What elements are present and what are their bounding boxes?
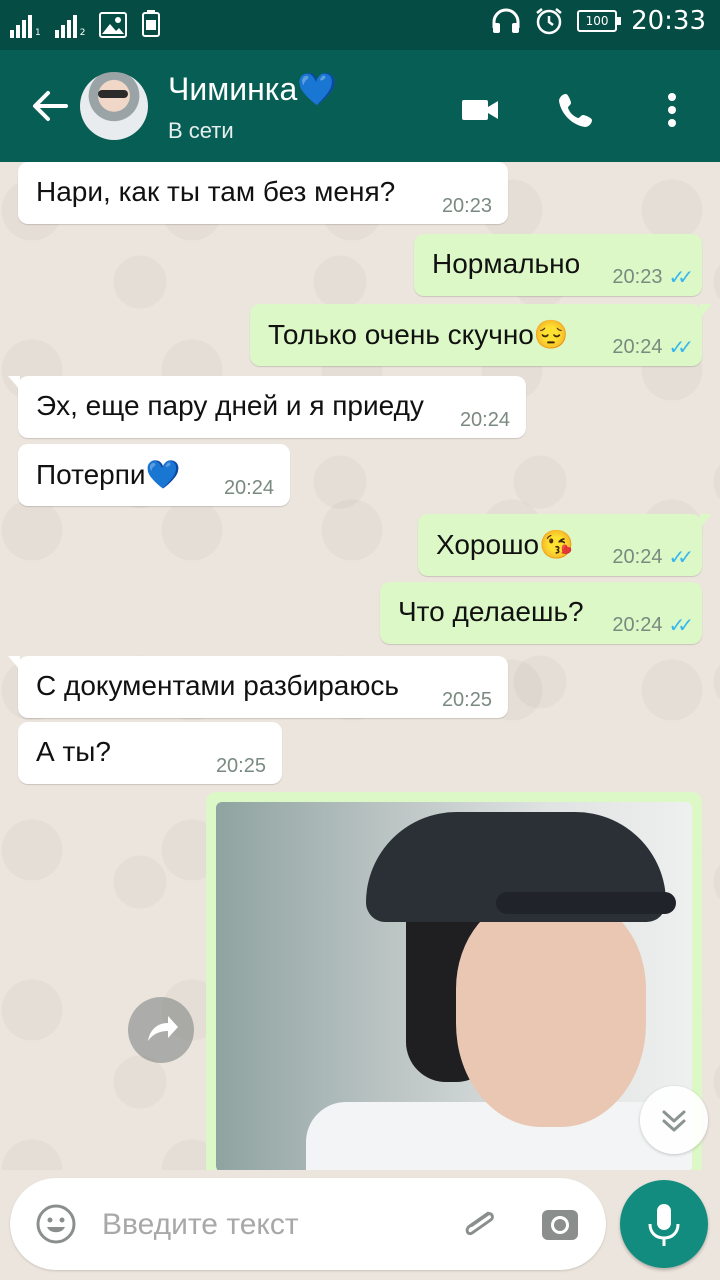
message-text: С документами разбираюсь bbox=[36, 670, 399, 701]
message-time: 20:24 bbox=[612, 546, 663, 568]
battery-icon: 100 bbox=[577, 10, 622, 32]
storage-notification-icon bbox=[142, 10, 161, 37]
contact-status: В сети bbox=[168, 118, 234, 143]
message-composer bbox=[10, 1178, 606, 1270]
message-text: Только очень скучно😔 bbox=[268, 319, 569, 350]
message-input[interactable] bbox=[100, 1200, 444, 1250]
status-bar: 1 2 100 20:33 bbox=[0, 0, 720, 50]
sim1-label: 1 bbox=[35, 28, 41, 38]
double-chevron-down-icon bbox=[662, 1110, 686, 1132]
microphone-icon bbox=[648, 1204, 680, 1246]
read-receipt-icon: ✓✓ bbox=[668, 615, 693, 637]
message-text: Нари, как ты там без меня? bbox=[36, 176, 396, 207]
message-time: 20:23 bbox=[441, 195, 492, 217]
camera-icon[interactable] bbox=[536, 1200, 584, 1248]
battery-level: 100 bbox=[585, 14, 609, 28]
message-outgoing[interactable]: Что делаешь? 20:24 ✓✓ bbox=[380, 582, 702, 644]
message-text: Что делаешь? bbox=[398, 596, 584, 627]
message-incoming[interactable]: Потерпи💙 20:24 bbox=[18, 444, 290, 506]
read-receipt-icon: ✓✓ bbox=[668, 547, 693, 569]
scroll-to-bottom-button[interactable] bbox=[640, 1086, 708, 1154]
gallery-notification-icon bbox=[99, 12, 128, 38]
message-incoming[interactable]: Эх, еще пару дней и я приеду 20:24 bbox=[8, 376, 526, 438]
message-photo[interactable] bbox=[216, 802, 692, 1170]
more-options-icon[interactable] bbox=[650, 88, 694, 132]
contact-name[interactable]: Чиминка💙 bbox=[168, 70, 337, 108]
emoji-icon[interactable] bbox=[32, 1200, 80, 1248]
alarm-icon bbox=[536, 8, 562, 35]
message-incoming[interactable]: А ты? 20:25 bbox=[18, 722, 282, 784]
message-time: 20:25 bbox=[441, 689, 492, 711]
read-receipt-icon: ✓✓ bbox=[668, 337, 693, 359]
message-text: А ты? bbox=[36, 736, 111, 767]
read-receipt-icon: ✓✓ bbox=[668, 267, 693, 289]
signal-sim2-icon: 2 bbox=[54, 14, 86, 38]
message-time: 20:25 bbox=[215, 755, 266, 777]
signal-sim1-icon: 1 bbox=[10, 14, 41, 38]
clock: 20:33 bbox=[631, 6, 706, 36]
forward-icon bbox=[148, 1016, 178, 1041]
message-time: 20:24 bbox=[459, 409, 510, 431]
message-time: 20:23 bbox=[612, 266, 663, 288]
voice-call-icon[interactable] bbox=[554, 88, 598, 132]
chat-header: Чиминка💙 В сети bbox=[0, 50, 720, 162]
voice-message-button[interactable] bbox=[620, 1180, 708, 1268]
back-arrow-icon[interactable] bbox=[28, 84, 72, 128]
forward-button[interactable] bbox=[128, 997, 194, 1063]
message-text: Эх, еще пару дней и я приеду bbox=[36, 390, 424, 421]
sim2-label: 2 bbox=[79, 28, 86, 38]
attach-icon[interactable] bbox=[456, 1200, 504, 1248]
message-outgoing[interactable]: Только очень скучно😔 20:24 ✓✓ bbox=[250, 304, 712, 366]
message-outgoing[interactable]: Нормально 20:23 ✓✓ bbox=[414, 234, 702, 296]
contact-avatar[interactable] bbox=[80, 72, 148, 140]
image-message[interactable] bbox=[206, 792, 702, 1170]
message-time: 20:24 bbox=[223, 477, 274, 499]
message-incoming[interactable]: Нари, как ты там без меня? 20:23 bbox=[18, 162, 508, 224]
message-outgoing[interactable]: Хорошо😘 20:24 ✓✓ bbox=[418, 514, 712, 576]
chat-area[interactable]: Нари, как ты там без меня? 20:23 Нормаль… bbox=[0, 162, 720, 1170]
message-text: Нормально bbox=[432, 248, 581, 279]
headphones-icon bbox=[492, 8, 520, 33]
video-call-icon[interactable] bbox=[458, 88, 502, 132]
message-text: Потерпи💙 bbox=[36, 459, 181, 490]
message-incoming[interactable]: С документами разбираюсь 20:25 bbox=[8, 656, 508, 718]
message-time: 20:24 bbox=[612, 614, 663, 636]
message-time: 20:24 bbox=[612, 336, 663, 358]
message-text: Хорошо😘 bbox=[436, 529, 574, 560]
